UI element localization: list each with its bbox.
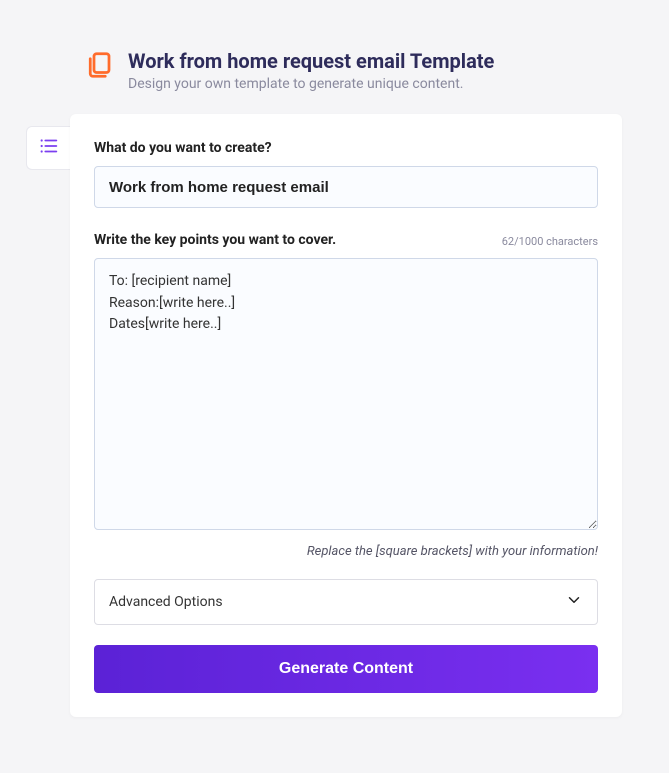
hint-text: Replace the [square brackets] with your … bbox=[94, 544, 598, 559]
keypoints-textarea[interactable] bbox=[94, 258, 598, 530]
page-title: Work from home request email Template bbox=[128, 48, 494, 74]
chevron-down-icon bbox=[565, 591, 583, 613]
generate-button[interactable]: Generate Content bbox=[94, 645, 598, 693]
page-subtitle: Design your own template to generate uni… bbox=[128, 76, 494, 92]
copy-document-icon bbox=[84, 50, 114, 80]
keypoints-label: Write the key points you want to cover. bbox=[94, 232, 336, 248]
list-icon bbox=[38, 135, 60, 161]
form-card: What do you want to create? Write the ke… bbox=[70, 114, 622, 717]
char-counter: 62/1000 characters bbox=[502, 235, 598, 248]
page-header: Work from home request email Template De… bbox=[0, 0, 669, 92]
create-input[interactable] bbox=[94, 166, 598, 208]
sidebar-list-tab[interactable] bbox=[26, 126, 70, 170]
create-label: What do you want to create? bbox=[94, 140, 598, 156]
advanced-options-label: Advanced Options bbox=[109, 594, 223, 610]
advanced-options-toggle[interactable]: Advanced Options bbox=[94, 579, 598, 625]
